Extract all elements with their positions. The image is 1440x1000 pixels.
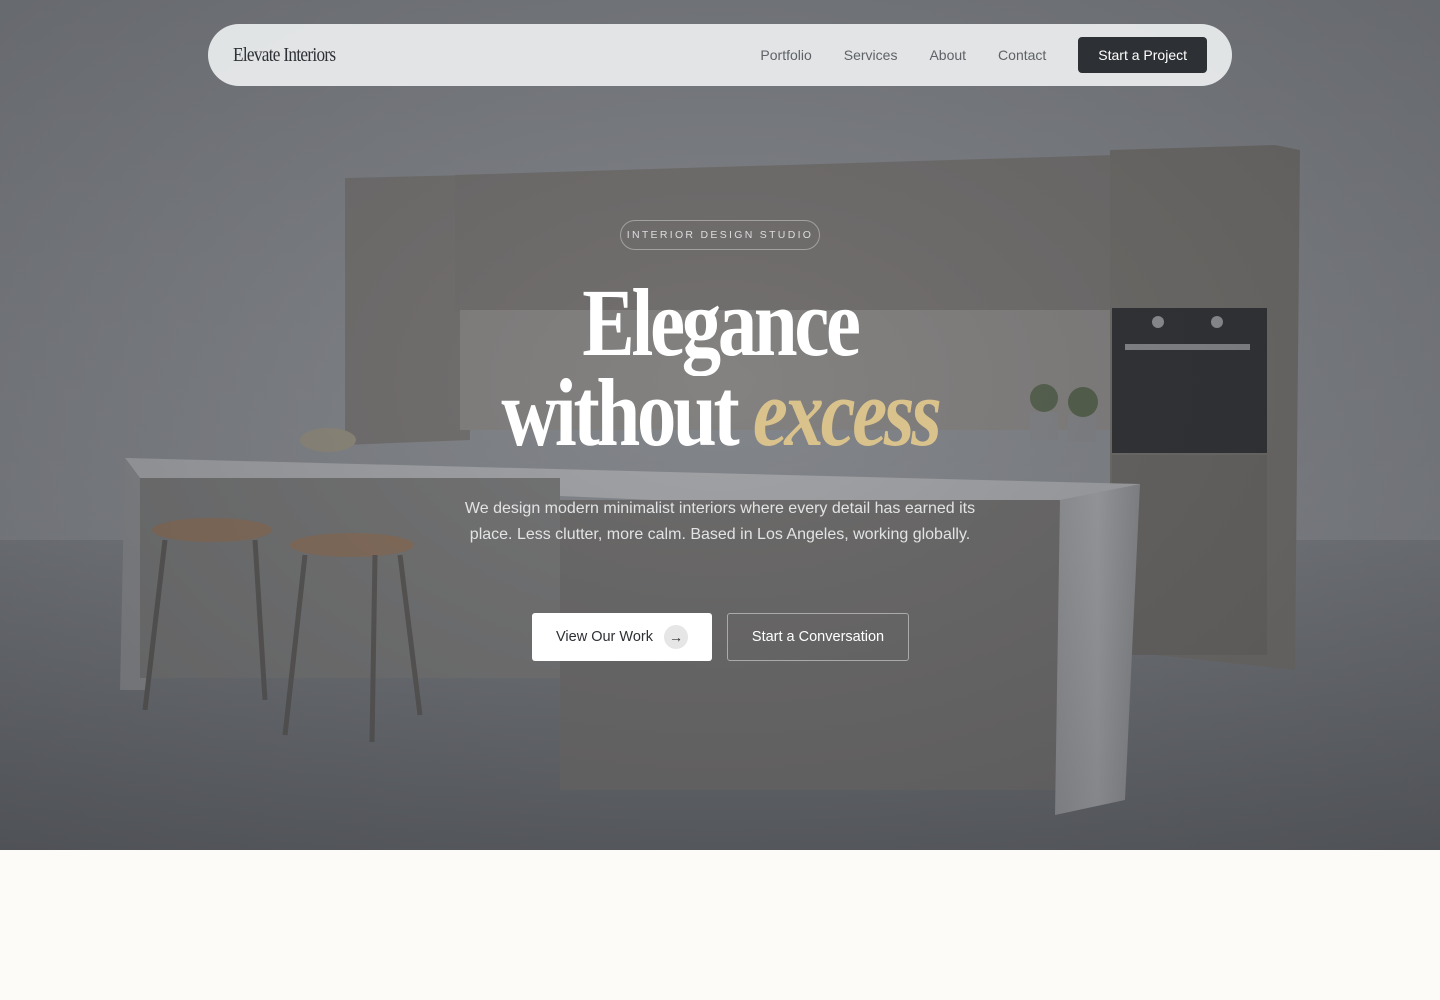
start-project-button[interactable]: Start a Project [1078,37,1207,73]
headline-plain-word: without [501,359,739,466]
hero-subtitle: We design modern minimalist interiors wh… [464,500,976,543]
top-navigation-bar: Elevate Interiors Portfolio Services Abo… [208,24,1232,86]
below-hero-section [0,850,1440,1000]
view-our-work-label: View Our Work [556,629,653,645]
headline-line-1: Elegance [582,269,861,376]
nav-link-contact[interactable]: Contact [998,47,1046,63]
hero-headline: Elegance without excess [0,269,1440,461]
brand-logo[interactable]: Elevate Interiors [233,44,336,67]
nav-links: Portfolio Services About Contact [760,47,1046,63]
headline-accent-word: excess [752,359,942,466]
arrow-right-icon: → [664,625,688,649]
view-our-work-button[interactable]: View Our Work → [532,613,712,661]
headline-line-2: without excess [130,365,1311,461]
nav-link-portfolio[interactable]: Portfolio [760,47,811,63]
nav-link-services[interactable]: Services [844,47,898,63]
studio-badge: INTERIOR DESIGN STUDIO [620,220,820,250]
hero-section: Elevate Interiors Portfolio Services Abo… [0,0,1440,850]
nav-link-about[interactable]: About [929,47,966,63]
start-conversation-button[interactable]: Start a Conversation [727,613,909,661]
